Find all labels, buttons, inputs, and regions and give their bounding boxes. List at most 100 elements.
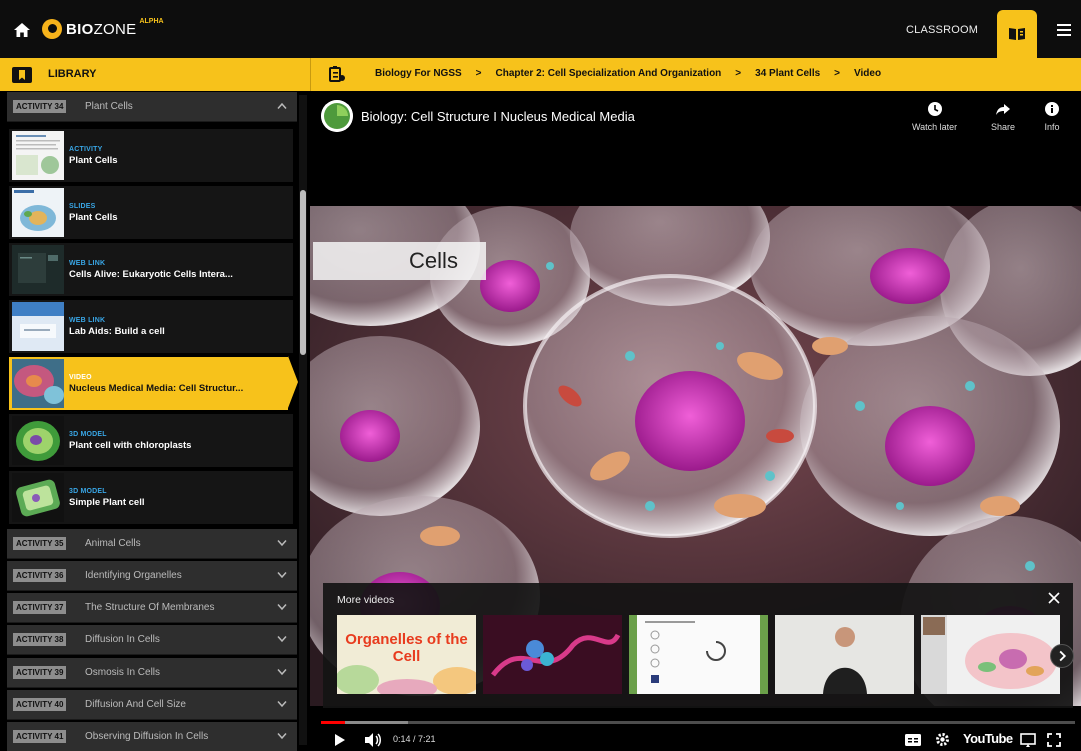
activity-badge: ACTIVITY 41 [13, 730, 67, 743]
resource-type: 3D MODEL [69, 431, 107, 438]
chevron-down-icon[interactable] [277, 603, 287, 611]
resource-item-weblink-lab-aids[interactable]: WEB LINK Lab Aids: Build a cell [9, 300, 293, 353]
chevron-down-icon[interactable] [277, 668, 287, 676]
resource-item-3d-model-simple[interactable]: 3D MODEL Simple Plant cell [9, 471, 293, 524]
breadcrumb-separator: > [735, 68, 742, 79]
video-thumbnail-icon [12, 359, 64, 408]
watch-later-button[interactable]: Watch later [912, 101, 957, 132]
breadcrumb-course[interactable]: Biology For NGSS [375, 68, 462, 79]
activity-row[interactable]: ACTIVITY 37 The Structure Of Membranes [7, 593, 297, 623]
activity-badge: ACTIVITY 34 [13, 100, 67, 113]
course-tree-icon[interactable] [329, 66, 345, 83]
chevron-right-icon[interactable] [1050, 644, 1074, 668]
channel-avatar[interactable] [321, 100, 353, 132]
quiz-thumbnail-art [629, 615, 768, 694]
info-button[interactable]: Info [1044, 101, 1060, 132]
slides-thumbnail-icon [12, 188, 64, 237]
activity-row-current[interactable]: ACTIVITY 34 Plant Cells [7, 92, 297, 122]
chevron-down-icon[interactable] [277, 571, 287, 579]
hamburger-menu-icon[interactable] [1057, 24, 1071, 36]
more-video-thumb[interactable] [483, 615, 622, 694]
activity-row[interactable]: ACTIVITY 39 Osmosis In Cells [7, 658, 297, 688]
activity-badge: ACTIVITY 36 [13, 569, 67, 582]
video-time: 0:14 / 7:21 [393, 734, 436, 744]
resource-type: VIDEO [69, 374, 92, 381]
activity-name: Diffusion And Cell Size [85, 699, 186, 710]
resource-type: 3D MODEL [69, 488, 107, 495]
resource-item-weblink-cells-alive[interactable]: WEB LINK Cells Alive: Eukaryotic Cells I… [9, 243, 293, 296]
video-controls: 0:14 / 7:21 YouTube [310, 729, 1081, 751]
activity-row[interactable]: ACTIVITY 35 Animal Cells [7, 529, 297, 559]
breadcrumb: Biology For NGSS > Chapter 2: Cell Speci… [310, 58, 1081, 91]
play-icon[interactable] [334, 733, 346, 747]
settings-gear-icon[interactable] [935, 732, 950, 747]
captions-icon[interactable] [905, 734, 921, 746]
web-link-thumbnail-icon [12, 245, 64, 294]
more-video-thumb[interactable] [629, 615, 768, 694]
resource-title: Nucleus Medical Media: Cell Structur... [69, 383, 244, 394]
library-header: LIBRARY [0, 58, 310, 91]
more-videos-panel: More videos Organelles of the Cell [323, 583, 1073, 708]
activity-badge: ACTIVITY 39 [13, 666, 67, 679]
youtube-logo[interactable]: YouTube [963, 731, 1013, 746]
more-video-thumb[interactable] [775, 615, 914, 694]
chevron-down-icon[interactable] [277, 635, 287, 643]
activity-row[interactable]: ACTIVITY 38 Diffusion In Cells [7, 625, 297, 655]
share-button[interactable]: Share [991, 101, 1015, 132]
library-sidebar: ACTIVITY 34 Plant Cells ACTIVITY Plant C… [0, 91, 310, 751]
activity-row[interactable]: ACTIVITY 41 Observing Diffusion In Cells [7, 722, 297, 751]
close-icon[interactable] [1048, 592, 1060, 604]
breadcrumb-current: Video [854, 68, 882, 79]
video-progress-played [321, 721, 346, 724]
activity-name: Plant Cells [85, 101, 133, 112]
chevron-down-icon[interactable] [277, 539, 287, 547]
document-thumbnail-icon [12, 131, 64, 180]
volume-icon[interactable] [364, 732, 382, 748]
sidebar-scrollbar-thumb[interactable] [300, 190, 306, 355]
activity-name: Osmosis In Cells [85, 667, 161, 678]
breadcrumb-activity[interactable]: 34 Plant Cells [755, 68, 820, 79]
home-icon[interactable] [13, 21, 31, 39]
classroom-link[interactable]: CLASSROOM [906, 24, 978, 36]
activity-name: Animal Cells [85, 538, 141, 549]
biozone-logo[interactable]: BIOZONE ALPHA [42, 18, 164, 39]
video-player[interactable]: Biology: Cell Structure I Nucleus Medica… [310, 91, 1081, 751]
activity-badge: ACTIVITY 38 [13, 633, 67, 646]
library-book-tab[interactable] [997, 10, 1037, 58]
share-icon [996, 104, 1011, 115]
more-video-thumb-organelles[interactable]: Organelles of the Cell [337, 615, 476, 694]
resource-item-3d-model-chloroplasts[interactable]: 3D MODEL Plant cell with chloroplasts [9, 414, 293, 467]
cast-icon[interactable] [1020, 733, 1036, 747]
resource-title: Cells Alive: Eukaryotic Cells Intera... [69, 269, 233, 280]
resource-title: Plant Cells [69, 155, 118, 166]
activity-name: Diffusion In Cells [85, 634, 160, 645]
resource-item-video-active[interactable]: VIDEO Nucleus Medical Media: Cell Struct… [9, 357, 288, 410]
bookmark-icon [12, 67, 32, 83]
activity-badge: ACTIVITY 37 [13, 601, 67, 614]
activity-badge: ACTIVITY 40 [13, 698, 67, 711]
chevron-down-icon[interactable] [277, 700, 287, 708]
resource-item-activity[interactable]: ACTIVITY Plant Cells [9, 129, 293, 182]
protein-thumbnail-art [491, 633, 621, 677]
brand-name: BIOZONE [66, 20, 137, 38]
video-progress-bar[interactable] [321, 721, 1075, 724]
video-title[interactable]: Biology: Cell Structure I Nucleus Medica… [361, 109, 635, 124]
info-label: Info [1044, 122, 1060, 132]
info-icon [1045, 102, 1059, 116]
watch-later-label: Watch later [912, 122, 958, 132]
3d-model-thumbnail-icon [12, 473, 64, 522]
fullscreen-icon[interactable] [1047, 733, 1061, 747]
chevron-down-icon[interactable] [277, 732, 287, 740]
chevron-up-icon[interactable] [277, 102, 287, 110]
activity-row[interactable]: ACTIVITY 40 Diffusion And Cell Size [7, 690, 297, 720]
3d-model-thumbnail-icon [12, 416, 64, 465]
activity-row[interactable]: ACTIVITY 36 Identifying Organelles [7, 561, 297, 591]
share-label: Share [991, 122, 1016, 132]
resource-type: WEB LINK [69, 317, 106, 324]
breadcrumb-chapter[interactable]: Chapter 2: Cell Specialization And Organ… [496, 68, 722, 79]
active-item-pointer [288, 356, 298, 408]
resource-item-slides[interactable]: SLIDES Plant Cells [9, 186, 293, 239]
library-title: LIBRARY [48, 68, 97, 80]
more-video-thumb[interactable] [921, 615, 1060, 694]
breadcrumb-separator: > [475, 68, 482, 79]
